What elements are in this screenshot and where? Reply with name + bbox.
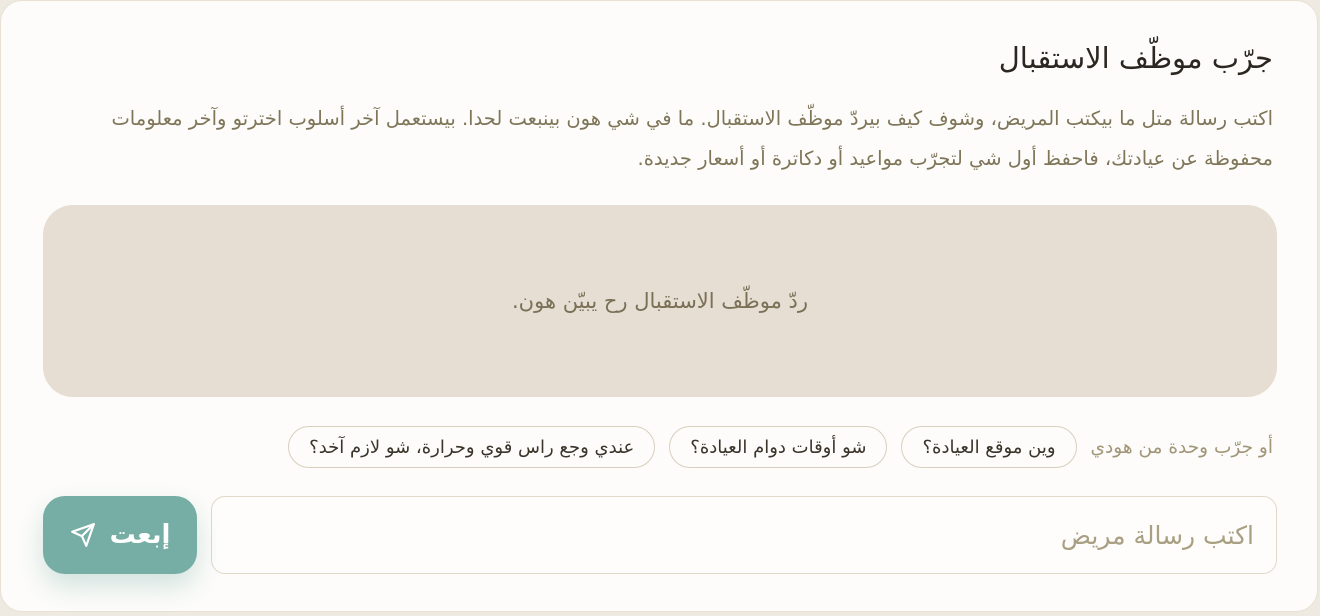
paper-plane-icon [70,522,96,548]
suggestion-chip-symptoms[interactable]: عندي وجع راس قوي وحرارة، شو لازم آخد؟ [288,426,656,468]
suggestion-chip-hours[interactable]: شو أوقات دوام العيادة؟ [669,426,888,468]
panel-title: جرّب موظّف الاستقبال [998,41,1273,75]
suggestion-chip-location[interactable]: وين موقع العيادة؟ [901,426,1077,468]
send-button-label: إبعت [109,520,171,550]
suggestions-row: أو جرّب وحدة من هودي وين موقع العيادة؟ ش… [288,425,1273,469]
response-placeholder: ردّ موظّف الاستقبال رح يبيّن هون. [512,289,808,313]
receptionist-test-panel: جرّب موظّف الاستقبال اكتب رسالة متل ما ب… [0,0,1318,612]
response-area: ردّ موظّف الاستقبال رح يبيّن هون. [43,205,1277,397]
patient-message-input[interactable] [211,496,1277,574]
panel-description: اكتب رسالة متل ما بيكتب المريض، وشوف كيف… [111,107,1273,170]
send-button[interactable]: إبعت [43,496,197,574]
suggestions-label: أو جرّب وحدة من هودي [1090,436,1273,458]
